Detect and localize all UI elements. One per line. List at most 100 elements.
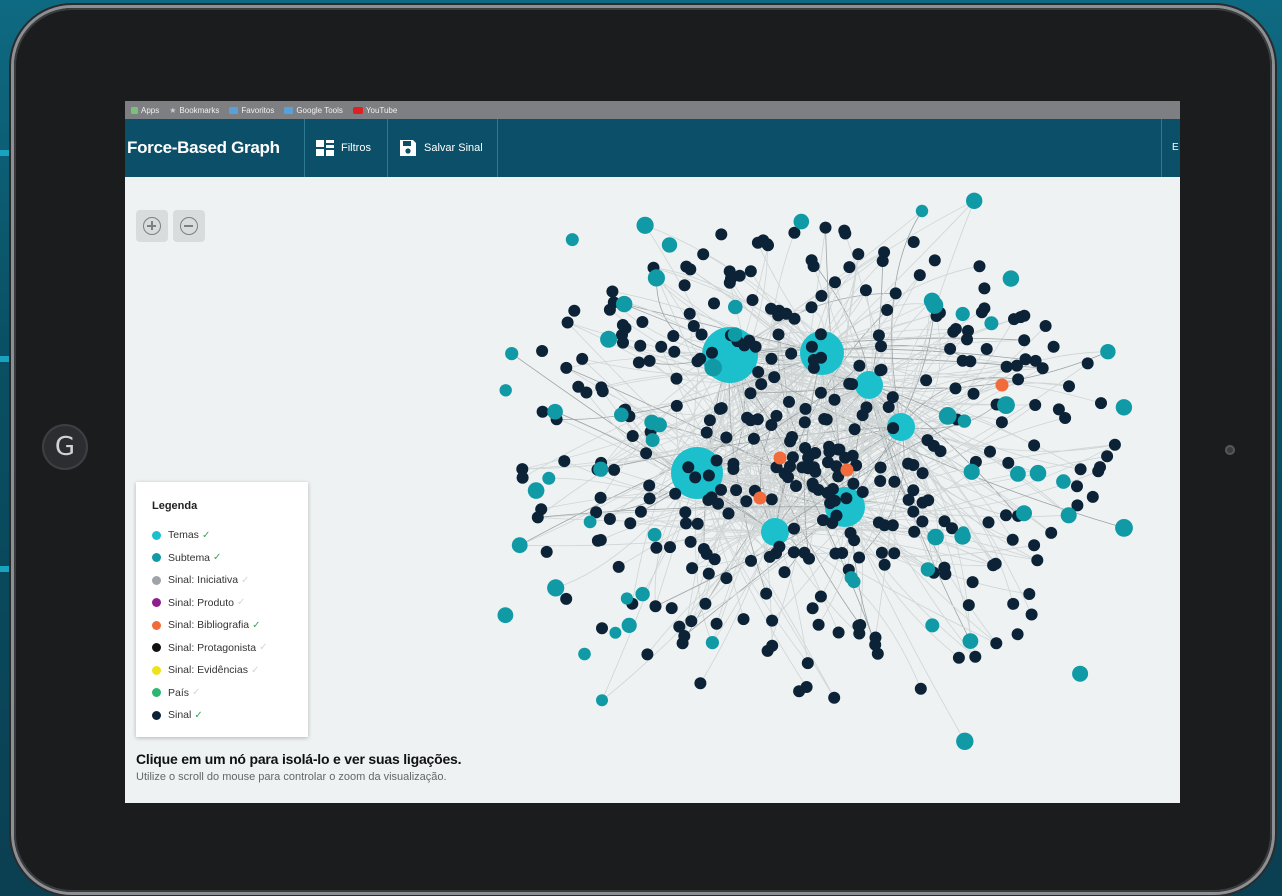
graph-node[interactable] (859, 284, 872, 297)
graph-node[interactable] (984, 316, 999, 331)
graph-node[interactable] (536, 345, 549, 357)
graph-node[interactable] (1008, 313, 1020, 326)
graph-node[interactable] (908, 525, 921, 538)
graph-node[interactable] (830, 509, 843, 522)
graph-node[interactable] (1052, 403, 1065, 416)
graph-node[interactable] (645, 433, 660, 448)
graph-node[interactable] (823, 440, 836, 453)
graph-node[interactable] (840, 463, 854, 477)
graph-node[interactable] (872, 329, 885, 342)
graph-node[interactable] (689, 471, 702, 484)
graph-node[interactable] (914, 682, 927, 695)
graph-node[interactable] (809, 447, 822, 459)
graph-node[interactable] (1095, 397, 1107, 410)
graph-node[interactable] (848, 423, 861, 436)
graph-node[interactable] (875, 363, 888, 376)
graph-node[interactable] (793, 213, 810, 230)
graph-node[interactable] (925, 618, 940, 633)
graph-node[interactable] (980, 343, 993, 355)
graph-node[interactable] (603, 513, 616, 525)
graph-node[interactable] (798, 416, 811, 429)
graph-node[interactable] (763, 550, 776, 563)
graph-node[interactable] (755, 378, 768, 391)
graph-node[interactable] (1100, 344, 1116, 360)
graph-node[interactable] (788, 522, 800, 535)
graph-node[interactable] (710, 617, 723, 630)
bookmark-apps[interactable]: Apps (131, 106, 159, 115)
graph-node[interactable] (596, 622, 608, 635)
legend-item[interactable]: País ✓ (152, 682, 268, 705)
graph-node[interactable] (682, 461, 695, 474)
graph-node[interactable] (634, 339, 647, 352)
graph-node[interactable] (828, 393, 841, 406)
graph-node[interactable] (875, 546, 888, 559)
graph-node[interactable] (643, 492, 656, 505)
graph-node[interactable] (1072, 665, 1089, 682)
graph-node[interactable] (969, 650, 982, 663)
graph-node[interactable] (814, 590, 827, 603)
graph-node[interactable] (635, 586, 650, 602)
graph-node[interactable] (578, 647, 591, 661)
graph-node[interactable] (916, 515, 929, 528)
graph-node[interactable] (687, 320, 700, 332)
legend-item[interactable]: Sinal ✓ (152, 704, 268, 727)
graph-node[interactable] (815, 289, 828, 302)
graph-node[interactable] (784, 460, 796, 473)
graph-node[interactable] (616, 295, 633, 313)
legend-item[interactable]: Sinal: Evidências ✓ (152, 659, 268, 682)
graph-node[interactable] (1006, 533, 1019, 546)
graph-node[interactable] (540, 545, 553, 558)
zoom-in-button[interactable] (136, 210, 168, 242)
graph-node[interactable] (889, 287, 902, 300)
graph-node[interactable] (651, 417, 667, 433)
graph-node[interactable] (1047, 340, 1060, 353)
graph-node[interactable] (1000, 360, 1013, 373)
graph-node[interactable] (807, 354, 820, 366)
graph-node[interactable] (799, 402, 812, 415)
graph-node[interactable] (708, 297, 720, 310)
graph-node[interactable] (685, 615, 698, 628)
graph-node[interactable] (723, 265, 736, 278)
graph-node[interactable] (853, 359, 866, 372)
graph-node[interactable] (761, 644, 774, 657)
graph-node[interactable] (784, 435, 797, 448)
graph-node[interactable] (641, 648, 654, 661)
graph-node[interactable] (643, 354, 656, 367)
graph-node[interactable] (727, 327, 743, 342)
graph-node[interactable] (819, 221, 832, 234)
legend-item[interactable]: Subtema ✓ (152, 547, 268, 570)
graph-node[interactable] (902, 457, 915, 470)
graph-node[interactable] (829, 276, 841, 289)
graph-node[interactable] (661, 237, 678, 253)
graph-node[interactable] (686, 562, 699, 575)
graph-node[interactable] (874, 461, 887, 474)
graph-node[interactable] (1000, 509, 1012, 522)
graph-node[interactable] (907, 505, 920, 518)
graph-node[interactable] (527, 482, 545, 499)
graph-node[interactable] (907, 236, 920, 248)
graph-node[interactable] (531, 511, 544, 524)
graph-node[interactable] (643, 479, 656, 492)
graph-node[interactable] (1056, 474, 1071, 489)
graph-node[interactable] (647, 527, 662, 542)
graph-node[interactable] (963, 463, 980, 480)
graph-node[interactable] (806, 602, 819, 615)
graph-node[interactable] (1018, 309, 1031, 322)
graph-node[interactable] (679, 506, 692, 519)
graph-node[interactable] (699, 597, 712, 610)
graph-node[interactable] (722, 507, 735, 520)
graph-node[interactable] (640, 447, 653, 460)
graph-node[interactable] (636, 216, 654, 234)
graph-node[interactable] (938, 515, 951, 528)
graph-node[interactable] (751, 413, 764, 426)
graph-node[interactable] (796, 461, 809, 474)
graph-node[interactable] (961, 333, 973, 346)
home-button[interactable]: G (42, 424, 88, 470)
graph-node[interactable] (704, 358, 722, 377)
graph-node[interactable] (761, 518, 789, 546)
graph-node[interactable] (881, 304, 894, 316)
graph-node[interactable] (984, 445, 996, 458)
graph-node[interactable] (542, 471, 556, 485)
graph-node[interactable] (620, 592, 633, 605)
graph-node[interactable] (740, 495, 753, 508)
